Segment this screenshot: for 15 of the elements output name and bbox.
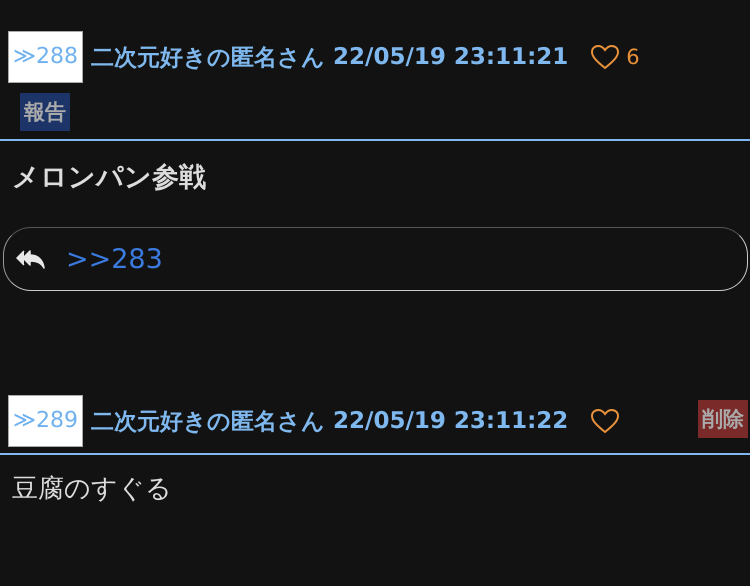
post-date: 22/05/19 23:11:22 [333,408,568,434]
reply-link[interactable]: >>283 [66,244,163,274]
reply-icon [16,248,46,270]
report-button[interactable]: 報告 [20,93,70,131]
post-number-link[interactable]: ≫288 [8,31,84,83]
post-number-link[interactable]: ≫289 [8,395,84,447]
heart-icon[interactable] [590,408,620,434]
like-count: 6 [626,45,640,69]
heart-icon[interactable] [590,44,620,70]
delete-button[interactable]: 削除 [698,400,748,438]
author-name: 二次元好きの匿名さん [91,44,326,72]
post-body: メロンパン参戦 [0,139,750,195]
post-date: 22/05/19 23:11:21 [333,44,568,70]
author-name: 二次元好きの匿名さん [91,408,326,436]
post-body: 豆腐のすぐる [11,473,173,506]
